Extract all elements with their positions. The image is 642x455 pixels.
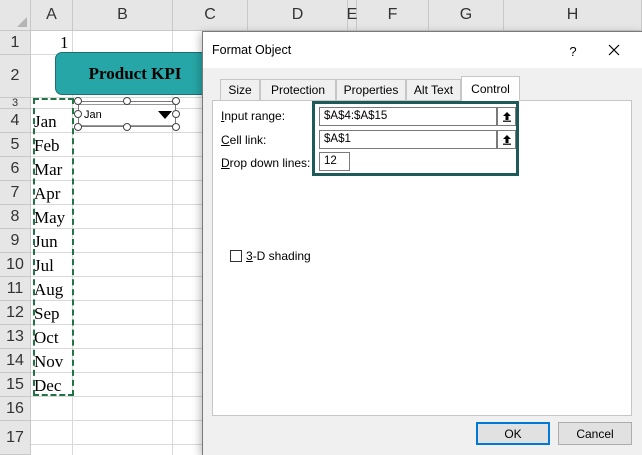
help-button[interactable]: ? xyxy=(561,40,585,62)
resize-handle[interactable] xyxy=(74,123,82,131)
row-header-12[interactable]: 12 xyxy=(0,301,31,325)
copy-marquee xyxy=(33,98,74,396)
column-header-a[interactable]: A xyxy=(31,0,73,31)
row-header-15[interactable]: 15 xyxy=(0,373,31,397)
drop-down-lines-label: Drop down lines: xyxy=(221,156,311,170)
select-all-corner[interactable] xyxy=(0,0,31,31)
column-header-h[interactable]: H xyxy=(504,0,642,31)
tab-properties[interactable]: Properties xyxy=(336,79,406,100)
ok-button[interactable]: OK xyxy=(476,422,550,445)
row-header-9[interactable]: 9 xyxy=(0,229,31,253)
dropdown-arrow-icon[interactable] xyxy=(158,111,172,119)
3d-shading-checkbox[interactable] xyxy=(230,250,242,262)
column-header-c[interactable]: C xyxy=(173,0,248,31)
format-object-dialog: Format Object ? Size Protection Properti… xyxy=(202,31,642,455)
dialog-titlebar[interactable]: Format Object ? xyxy=(203,32,642,68)
resize-handle[interactable] xyxy=(74,110,82,118)
resize-handle[interactable] xyxy=(172,97,180,105)
cell-link-label: Cell link: xyxy=(221,133,267,147)
row-header-2[interactable]: 2 xyxy=(0,55,31,98)
dialog-title: Format Object xyxy=(212,43,292,57)
column-header-b[interactable]: B xyxy=(73,0,173,31)
input-range-label: Input range: xyxy=(221,109,286,123)
row-header-14[interactable]: 14 xyxy=(0,349,31,373)
row-header-7[interactable]: 7 xyxy=(0,181,31,205)
resize-handle[interactable] xyxy=(172,110,180,118)
row-header-1[interactable]: 1 xyxy=(0,31,31,55)
cancel-button[interactable]: Cancel xyxy=(558,422,632,445)
close-icon xyxy=(608,44,620,56)
row-header-11[interactable]: 11 xyxy=(0,277,31,301)
cell-link-collapse-button[interactable] xyxy=(497,130,516,149)
row-header-6[interactable]: 6 xyxy=(0,157,31,181)
range-select-arrow-icon xyxy=(502,112,511,122)
column-header-f[interactable]: F xyxy=(357,0,429,31)
input-range-collapse-button[interactable] xyxy=(497,107,516,126)
tab-size[interactable]: Size xyxy=(220,79,260,100)
control-tab-panel: Input range: $A$4:$A$15 Cell link: $A$1 … xyxy=(212,100,632,416)
drop-down-lines-field[interactable]: 12 xyxy=(319,152,350,171)
row-header-4[interactable]: 4 xyxy=(0,109,31,133)
product-kpi-label: Product KPI xyxy=(88,63,182,83)
row-header-10[interactable]: 10 xyxy=(0,253,31,277)
cell-link-field[interactable]: $A$1 xyxy=(319,130,497,149)
row-header-3[interactable]: 3 xyxy=(0,97,31,109)
range-select-arrow-icon xyxy=(502,135,511,145)
select-all-triangle-icon xyxy=(17,17,27,27)
tab-protection[interactable]: Protection xyxy=(260,79,336,100)
resize-handle[interactable] xyxy=(123,97,131,105)
resize-handle[interactable] xyxy=(172,123,180,131)
input-range-field[interactable]: $A$4:$A$15 xyxy=(319,107,497,126)
product-kpi-shape[interactable]: Product KPI xyxy=(55,52,215,95)
3d-shading-label: 3-D shading xyxy=(246,249,311,263)
tab-alt-text[interactable]: Alt Text xyxy=(406,79,461,100)
resize-handle[interactable] xyxy=(74,97,82,105)
column-header-g[interactable]: G xyxy=(429,0,504,31)
close-button[interactable] xyxy=(601,38,627,62)
row-header-13[interactable]: 13 xyxy=(0,325,31,349)
row-header-5[interactable]: 5 xyxy=(0,133,31,157)
row-header-17[interactable]: 17 xyxy=(0,421,31,455)
resize-handle[interactable] xyxy=(123,123,131,131)
tab-control[interactable]: Control xyxy=(461,76,520,101)
row-header-16[interactable]: 16 xyxy=(0,397,31,421)
column-header-e[interactable]: E xyxy=(347,0,357,31)
row-header-8[interactable]: 8 xyxy=(0,205,31,229)
column-header-d[interactable]: D xyxy=(248,0,348,31)
combo-box-value: Jan xyxy=(84,109,102,121)
